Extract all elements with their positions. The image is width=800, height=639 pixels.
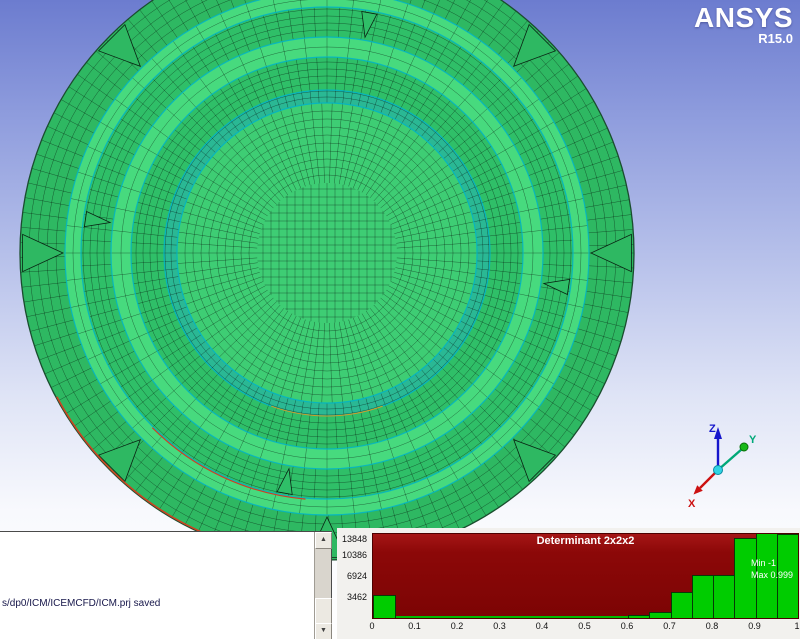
- triad-z-label: Z: [709, 423, 716, 435]
- x-axis-label: 0.2: [450, 621, 464, 631]
- scroll-down-icon: ▼: [320, 627, 327, 634]
- ansys-logo: ANSYS R15.0: [694, 3, 793, 46]
- x-axis-label: 0.1: [408, 621, 421, 631]
- scroll-up-button[interactable]: ▲: [315, 532, 332, 549]
- y-axis-label: 6924: [346, 571, 367, 581]
- brand-version: R15.0: [758, 31, 793, 47]
- scroll-thumb[interactable]: [315, 598, 332, 624]
- max-value-annotation: Max 0.999: [751, 570, 794, 580]
- message-log-panel: s/dp0/ICM/ICEMCFD/ICM.prj saved ▲ ▼: [0, 531, 332, 639]
- histogram-bar[interactable]: [373, 594, 397, 618]
- scroll-up-icon: ▲: [320, 536, 327, 543]
- triad-x-label: X: [688, 498, 696, 510]
- x-axis-label: 0.5: [578, 621, 591, 631]
- histogram-panel: 3462 6924 10386 13848 Determinant 2x2x2 Min…: [337, 528, 800, 639]
- x-axis-label: 1: [794, 621, 800, 631]
- y-axis-label: 13848: [341, 534, 367, 544]
- x-axis-label: 0.8: [705, 621, 719, 631]
- triad-origin-ball-icon: [713, 465, 723, 475]
- x-axis-label: 0.6: [620, 621, 634, 631]
- ansys-icem-window: ANSYS R15.0 Z Y X s/dp0/ICM/ICEMCFD/ICM.pr…: [0, 0, 800, 639]
- histogram-bar[interactable]: [670, 592, 694, 618]
- histogram-bar[interactable]: [649, 611, 673, 618]
- x-axis-label: 0.4: [535, 621, 549, 631]
- x-axis-label: 0: [369, 621, 375, 631]
- histogram-title: Determinant 2x2x2: [536, 535, 635, 547]
- triad-y-label: Y: [749, 434, 757, 446]
- histogram-bar[interactable]: [691, 574, 715, 618]
- message-scrollbar[interactable]: ▲ ▼: [314, 532, 332, 639]
- histogram-bar[interactable]: [713, 574, 737, 618]
- y-axis-label: 3462: [346, 592, 367, 602]
- y-axis-labels: 3462 6924 10386 13848: [337, 534, 369, 618]
- log-message: s/dp0/ICM/ICEMCFD/ICM.prj saved: [2, 598, 161, 609]
- y-axis-label: 10386: [341, 550, 367, 560]
- x-axis-label: 0.3: [493, 621, 506, 631]
- scroll-down-button[interactable]: ▼: [315, 623, 332, 639]
- x-axis-label: 0.9: [748, 621, 761, 631]
- orientation-triad-icon: Z Y X: [688, 423, 757, 510]
- x-axis-labels: 0 0.1 0.2 0.3 0.4 0.5 0.6 0.7 0.8 0.9 1: [369, 620, 800, 634]
- brand-name: ANSYS: [694, 2, 793, 33]
- histogram-bar[interactable]: [628, 615, 652, 618]
- histogram-plot[interactable]: Determinant 2x2x2 Min -1 Max 0.999: [372, 533, 799, 619]
- min-value-annotation: Min -1: [751, 558, 777, 568]
- triad-y-ball-icon: [739, 442, 749, 452]
- x-axis-label: 0.7: [663, 621, 676, 631]
